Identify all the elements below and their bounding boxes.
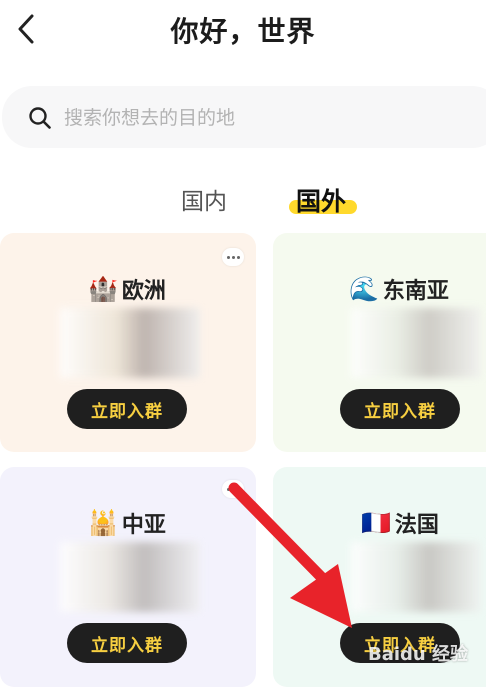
blurred-preview-image bbox=[351, 542, 481, 612]
group-card-europe[interactable]: 🏰 欧洲 立即入群 bbox=[0, 233, 256, 452]
group-card-central-asia[interactable]: 🕌 中亚 立即入群 bbox=[0, 467, 256, 687]
watermark: Baidu 经验 bbox=[368, 644, 469, 665]
chat-bubble-icon bbox=[222, 248, 244, 266]
card-title: 🇫🇷 法国 bbox=[361, 507, 439, 539]
join-group-button[interactable]: 立即入群 bbox=[67, 623, 187, 663]
join-group-button[interactable]: 立即入群 bbox=[340, 389, 460, 429]
card-title-text: 法国 bbox=[394, 513, 439, 538]
card-title-text: 中亚 bbox=[121, 513, 166, 538]
tab-domestic[interactable]: 国内 bbox=[181, 182, 227, 216]
castle-icon: 🏰 bbox=[88, 275, 118, 303]
tab-abroad-label: 国外 bbox=[296, 187, 347, 216]
search-input[interactable] bbox=[62, 102, 446, 134]
card-title: 🕌 中亚 bbox=[88, 507, 166, 539]
blurred-preview-image bbox=[60, 542, 200, 612]
app-header: 你好，世界 bbox=[0, 0, 486, 62]
blurred-preview-image bbox=[60, 308, 200, 378]
region-tabs: 国内 国外 bbox=[0, 178, 486, 228]
card-title: 🌊 东南亚 bbox=[349, 273, 449, 305]
blurred-preview-image bbox=[351, 308, 481, 378]
chat-bubble-icon bbox=[222, 480, 244, 498]
page-title: 你好，世界 bbox=[170, 15, 316, 48]
wave-icon: 🌊 bbox=[349, 275, 379, 303]
search-bar[interactable] bbox=[2, 86, 486, 148]
join-group-button[interactable]: 立即入群 bbox=[67, 389, 187, 429]
card-title-text: 东南亚 bbox=[382, 279, 449, 304]
mosque-icon: 🕌 bbox=[88, 509, 118, 537]
card-title: 🏰 欧洲 bbox=[88, 273, 166, 305]
group-card-southeast-asia[interactable]: 🌊 东南亚 立即入群 bbox=[273, 233, 486, 452]
tab-abroad[interactable]: 国外 bbox=[296, 182, 346, 218]
search-icon bbox=[29, 107, 51, 129]
france-flag-icon: 🇫🇷 bbox=[361, 509, 391, 537]
card-title-text: 欧洲 bbox=[121, 279, 166, 304]
